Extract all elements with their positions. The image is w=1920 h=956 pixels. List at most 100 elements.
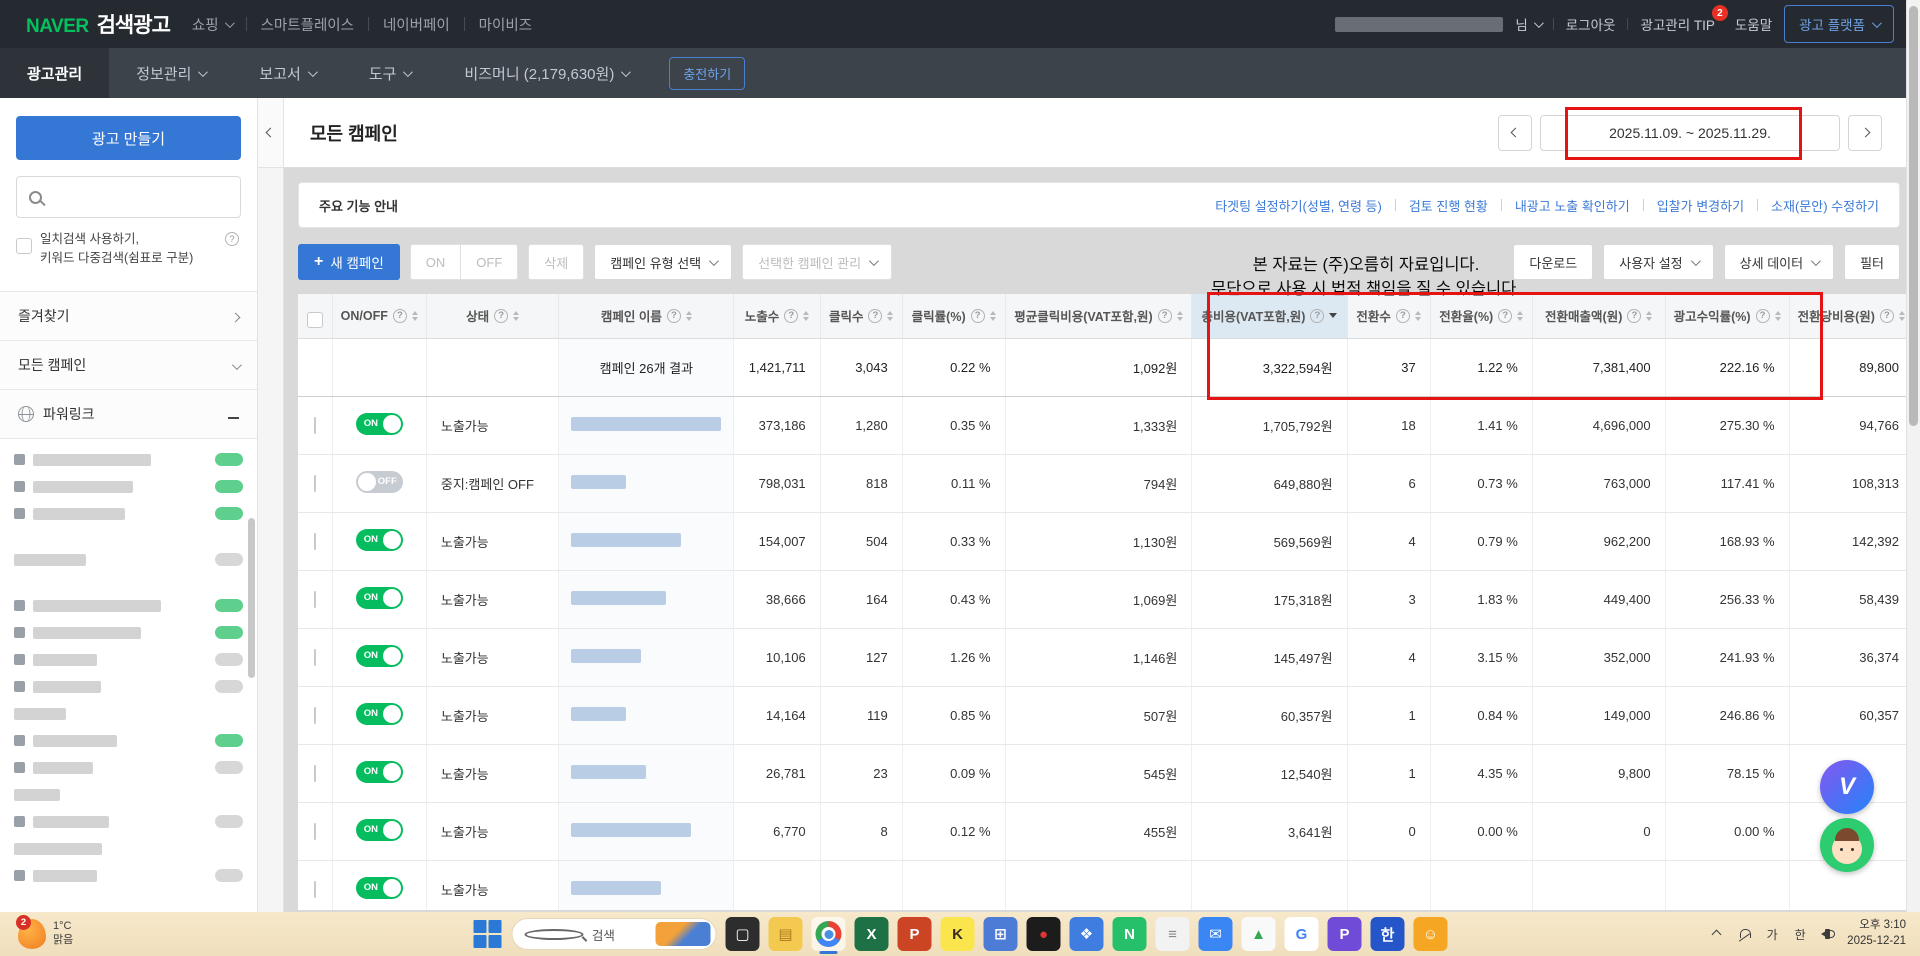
top-nav-item[interactable]: 쇼핑: [192, 14, 232, 35]
table-header-캠페인 이름[interactable]: 캠페인 이름?: [559, 294, 734, 338]
row-checkbox[interactable]: [314, 475, 316, 492]
table-header-클릭률(%)[interactable]: 클릭률(%)?: [902, 294, 1005, 338]
table-header-평균클릭비용(VAT포함,원)[interactable]: 평균클릭비용(VAT포함,원)?: [1005, 294, 1192, 338]
campaign-name-blur[interactable]: [571, 707, 626, 721]
sort-icon[interactable]: [1177, 311, 1183, 321]
ad-tip-link[interactable]: 광고관리 TIP 2: [1640, 14, 1714, 34]
campaign-name-blur[interactable]: [571, 475, 626, 489]
page-scrollbar-thumb[interactable]: [1909, 6, 1918, 426]
notice-link[interactable]: 소재(문안) 수정하기: [1771, 196, 1879, 215]
sort-icon[interactable]: [412, 311, 418, 321]
logout-link[interactable]: 로그아웃: [1566, 14, 1616, 34]
help-icon[interactable]: ?: [494, 309, 508, 323]
user-settings-select[interactable]: 사용자 설정: [1603, 244, 1713, 280]
top-nav-item[interactable]: 네이버페이: [383, 14, 450, 35]
sort-icon[interactable]: [990, 311, 996, 321]
help-icon[interactable]: ?: [667, 309, 681, 323]
notice-link[interactable]: 입찰가 변경하기: [1657, 196, 1744, 215]
chrome-icon[interactable]: [812, 917, 846, 951]
campaign-list-item[interactable]: [14, 551, 243, 569]
campaign-list-item[interactable]: [14, 651, 243, 669]
green-app-icon[interactable]: N: [1113, 917, 1147, 951]
notepad-icon[interactable]: ≡: [1156, 917, 1190, 951]
campaign-list-item[interactable]: [14, 624, 243, 642]
sort-icon[interactable]: [887, 311, 893, 321]
create-ad-button[interactable]: 광고 만들기: [16, 116, 241, 160]
ad-platform-button[interactable]: 광고 플랫폼: [1784, 5, 1894, 43]
sidebar-section-모든 캠페인[interactable]: 모든 캠페인: [0, 341, 257, 390]
onoff-toggle[interactable]: ON: [356, 877, 403, 899]
window-app-icon[interactable]: ▢: [726, 917, 760, 951]
campaign-name-blur[interactable]: [571, 533, 681, 547]
help-icon[interactable]: ?: [225, 232, 239, 246]
delete-button[interactable]: 삭제: [528, 244, 584, 280]
sidebar-search-input[interactable]: [50, 190, 228, 205]
sort-icon[interactable]: [1775, 311, 1781, 321]
drive-icon[interactable]: ▲: [1242, 917, 1276, 951]
campaign-list-item[interactable]: [14, 678, 243, 696]
powerpoint-icon[interactable]: P: [898, 917, 932, 951]
help-icon[interactable]: ?: [1158, 309, 1172, 323]
campaign-name-blur[interactable]: [571, 417, 721, 431]
photos-icon[interactable]: ❖: [1070, 917, 1104, 951]
row-checkbox[interactable]: [314, 649, 316, 666]
notice-link[interactable]: 검토 진행 현황: [1409, 196, 1488, 215]
row-checkbox[interactable]: [314, 881, 316, 898]
row-checkbox[interactable]: [314, 591, 316, 608]
campaign-list-item[interactable]: [14, 705, 243, 723]
onoff-toggle[interactable]: ON: [356, 819, 403, 841]
onoff-toggle[interactable]: ON: [356, 645, 403, 667]
sort-icon[interactable]: [1415, 311, 1421, 321]
onoff-toggle[interactable]: ON: [356, 587, 403, 609]
detail-data-select[interactable]: 상세 데이터: [1724, 244, 1834, 280]
kakaotalk-icon[interactable]: K: [941, 917, 975, 951]
campaign-list-item[interactable]: [14, 813, 243, 831]
menu-tab-보고서[interactable]: 보고서: [232, 48, 341, 98]
campaign-name-blur[interactable]: [571, 765, 646, 779]
help-link[interactable]: 도움말: [1735, 14, 1772, 34]
charge-button[interactable]: 충전하기: [669, 57, 745, 90]
start-button[interactable]: [473, 919, 503, 949]
campaign-name-blur[interactable]: [571, 591, 666, 605]
onoff-toggle[interactable]: ON: [356, 413, 403, 435]
table-header-상태[interactable]: 상태?: [426, 294, 559, 338]
brand[interactable]: NAVER 검색광고: [26, 9, 170, 39]
sidebar-section-즐겨찾기[interactable]: 즐겨찾기: [0, 292, 257, 341]
help-icon[interactable]: ?: [1498, 309, 1512, 323]
menu-tab-도구[interactable]: 도구: [342, 48, 438, 98]
row-checkbox[interactable]: [314, 765, 316, 782]
sort-icon[interactable]: [513, 311, 519, 321]
help-icon[interactable]: ?: [971, 309, 985, 323]
new-campaign-button[interactable]: +새 캠페인: [298, 244, 400, 280]
date-prev-button[interactable]: [1498, 115, 1532, 151]
sort-icon[interactable]: [1899, 311, 1905, 321]
file-explorer-icon[interactable]: ▤: [769, 917, 803, 951]
campaign-list-item[interactable]: [14, 759, 243, 777]
onoff-toggle[interactable]: ON: [356, 703, 403, 725]
recorder-icon[interactable]: ●: [1027, 917, 1061, 951]
on-button[interactable]: ON: [410, 244, 462, 280]
emoji-app-icon[interactable]: ☺: [1414, 917, 1448, 951]
campaign-name-blur[interactable]: [571, 823, 691, 837]
help-icon[interactable]: ?: [1756, 309, 1770, 323]
table-header-광고수익률(%)[interactable]: 광고수익률(%)?: [1665, 294, 1789, 338]
menu-tab-정보관리[interactable]: 정보관리: [109, 48, 232, 98]
notice-link[interactable]: 타겟팅 설정하기(성별, 연령 등): [1215, 196, 1382, 215]
calculator-icon[interactable]: ⊞: [984, 917, 1018, 951]
help-icon[interactable]: ?: [393, 309, 407, 323]
campaign-list-item[interactable]: [14, 478, 243, 496]
help-icon[interactable]: ?: [1627, 309, 1641, 323]
menu-tab-광고관리[interactable]: 광고관리: [0, 48, 109, 98]
menu-tab-비즈머니 (2,179,630원)[interactable]: 비즈머니 (2,179,630원): [437, 48, 655, 98]
row-checkbox[interactable]: [314, 823, 316, 840]
table-header-전환수[interactable]: 전환수?: [1347, 294, 1430, 338]
sidebar-scrollbar[interactable]: [248, 518, 255, 678]
campaign-list-item[interactable]: [14, 786, 243, 804]
help-icon[interactable]: ?: [1880, 309, 1894, 323]
user-menu[interactable]: 님: [1515, 14, 1540, 34]
messenger-icon[interactable]: ✉: [1199, 917, 1233, 951]
campaign-name-blur[interactable]: [571, 649, 641, 663]
match-search-checkbox[interactable]: [16, 238, 32, 254]
ime-han-indicator[interactable]: 한: [1791, 926, 1809, 943]
sort-icon[interactable]: [1646, 311, 1652, 321]
